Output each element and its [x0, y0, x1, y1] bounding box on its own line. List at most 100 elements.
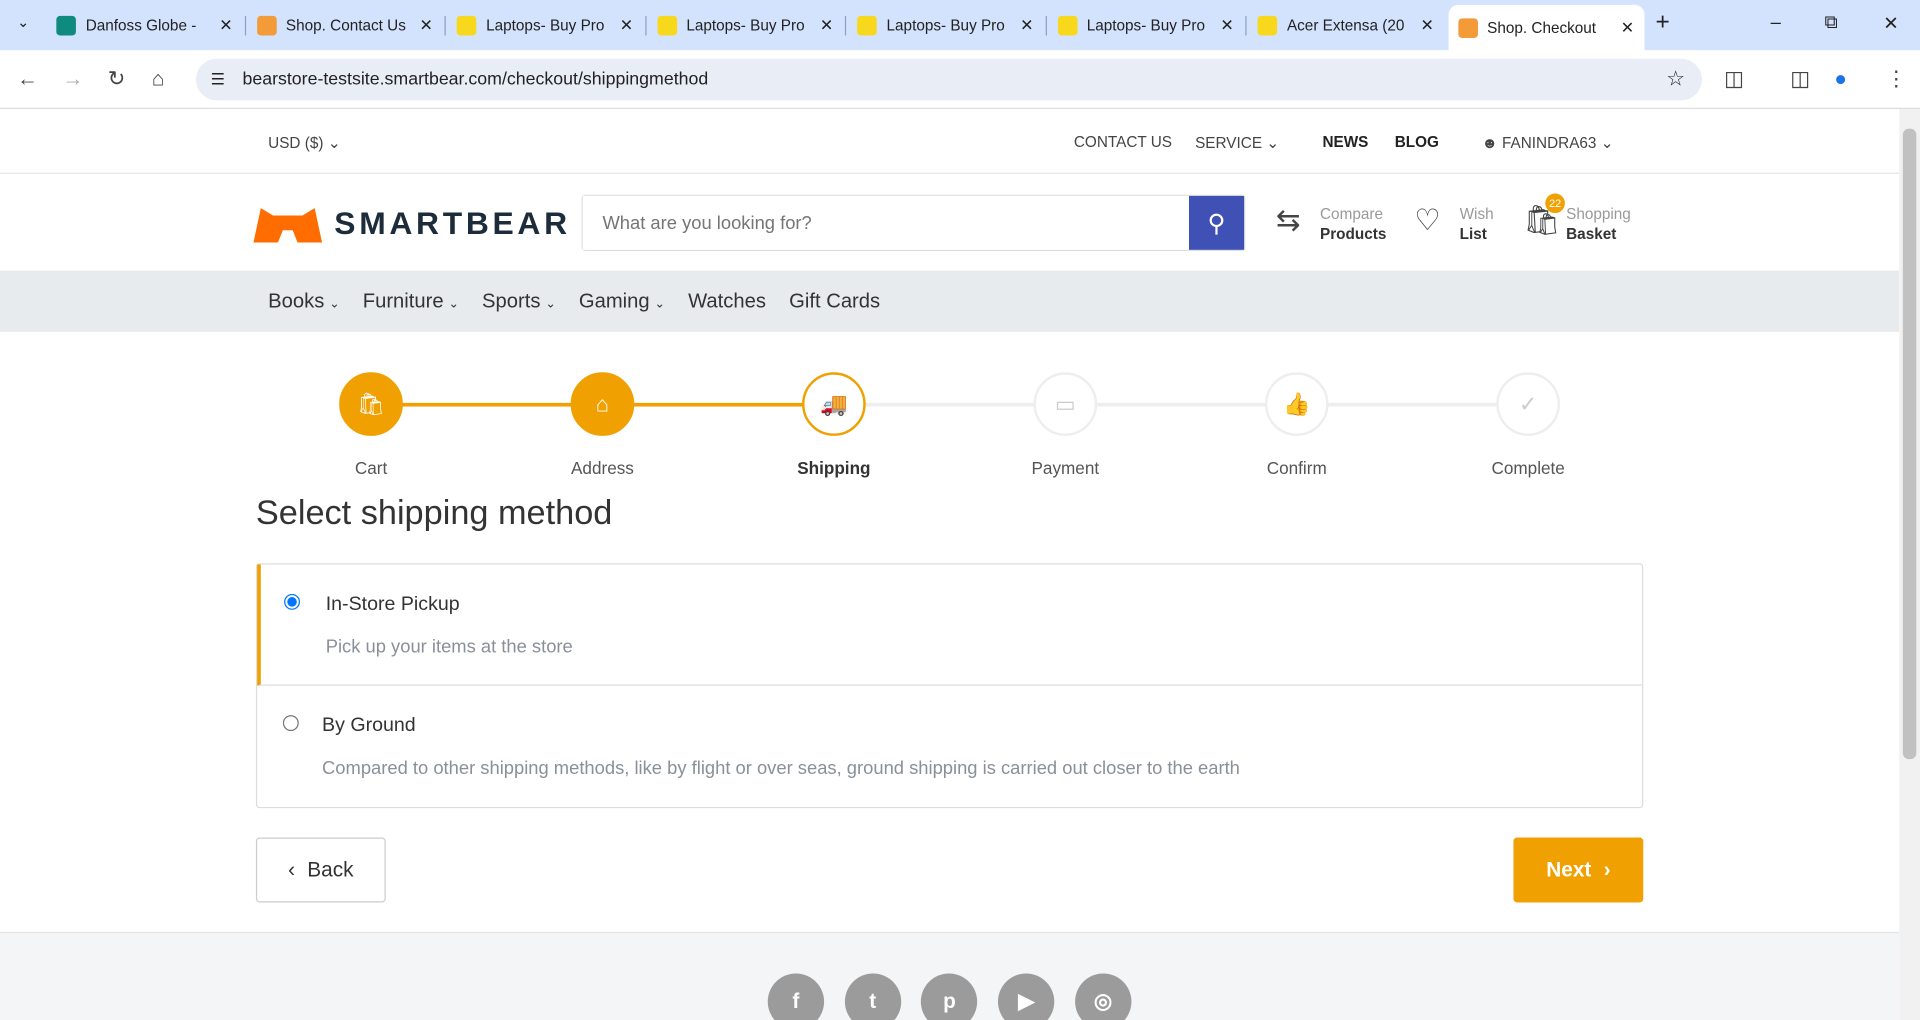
thumbs-up-icon: 👍	[1264, 372, 1329, 436]
profile-icon[interactable]: ●	[1834, 67, 1847, 91]
favicon-icon	[857, 15, 877, 36]
favicon-icon	[1457, 17, 1478, 38]
step-shipping: 🚚 Shipping	[760, 372, 907, 478]
side-panel-icon[interactable]: ◫	[1790, 67, 1810, 91]
shipping-option[interactable]: By Ground Compared to other shipping meth…	[257, 686, 1642, 807]
close-tab-icon[interactable]: ✕	[219, 16, 232, 36]
basket-count-badge: 22	[1545, 193, 1565, 214]
shipping-options: In-Store Pickup Pick up your items at the…	[255, 563, 1644, 809]
chevron-left-icon: ‹	[288, 857, 296, 882]
step-address: ⌂ Address	[529, 372, 676, 478]
chevron-down-icon: ⌄	[654, 296, 665, 311]
close-tab-icon[interactable]: ✕	[820, 16, 833, 36]
menu-icon[interactable]: ⋮	[1886, 67, 1907, 91]
shipping-radio[interactable]	[282, 715, 299, 732]
tab-separator	[844, 15, 847, 36]
extensions-icon[interactable]: ◫	[1724, 67, 1744, 91]
page-scrollbar[interactable]	[1899, 108, 1920, 1020]
close-tab-icon[interactable]: ✕	[1020, 16, 1033, 36]
menu-item-gaming[interactable]: Gaming ⌄	[579, 290, 665, 313]
site-info-icon[interactable]: ☰	[211, 70, 225, 90]
facebook-icon[interactable]: f	[767, 973, 825, 1020]
smartbear-logo[interactable]: SMARTBEAR	[253, 203, 570, 243]
reload-icon[interactable]: ↻	[108, 67, 125, 91]
footer: f t p ▶ ◎	[0, 931, 1900, 1020]
chevron-down-icon: ⌄	[545, 296, 556, 311]
restore-button[interactable]: ⧉	[1824, 12, 1837, 33]
back-button[interactable]: ‹ Back	[255, 837, 386, 903]
close-window-button[interactable]: ✕	[1883, 12, 1898, 34]
close-tab-icon[interactable]: ✕	[1220, 16, 1233, 36]
minimize-button[interactable]: –	[1771, 12, 1781, 33]
browser-tab[interactable]: Laptops- Buy Pro ✕	[447, 7, 643, 44]
new-tab-button[interactable]: +	[1656, 9, 1670, 37]
menu-item-sports[interactable]: Sports ⌄	[482, 290, 556, 313]
shopping-basket-link[interactable]: Shopping Basket	[1566, 204, 1631, 243]
close-tab-icon[interactable]: ✕	[420, 16, 433, 36]
tab-separator	[1045, 15, 1047, 36]
pinterest-icon[interactable]: p	[921, 973, 978, 1020]
favicon-icon	[456, 15, 477, 36]
browser-tab[interactable]: Laptops- Buy Pro ✕	[1048, 7, 1244, 44]
tab-separator	[244, 15, 246, 36]
twitter-icon[interactable]: t	[844, 973, 901, 1020]
instagram-icon[interactable]: ◎	[1074, 973, 1132, 1020]
news-link[interactable]: NEWS	[1322, 133, 1368, 150]
browser-tab[interactable]: Laptops- Buy Pro ✕	[847, 7, 1043, 44]
favicon-icon	[656, 15, 677, 36]
address-bar[interactable]: ☰ bearstore-testsite.smartbear.com/check…	[195, 58, 1703, 101]
favicon-icon	[256, 15, 277, 36]
bag-icon: 🛍	[339, 372, 403, 436]
menu-item-gift-cards[interactable]: Gift Cards	[789, 290, 880, 313]
close-tab-icon[interactable]: ✕	[1621, 18, 1634, 38]
tab-separator	[444, 15, 446, 36]
service-dropdown[interactable]: SERVICE ⌄	[1195, 133, 1279, 152]
user-menu[interactable]: ☻ FANINDRA63 ⌄	[1481, 133, 1614, 152]
scrollbar-thumb[interactable]	[1902, 128, 1917, 760]
browser-tab[interactable]: Laptops- Buy Pro ✕	[647, 7, 843, 44]
blog-link[interactable]: BLOG	[1395, 133, 1439, 150]
next-button[interactable]: Next ›	[1513, 837, 1644, 903]
compare-icon[interactable]: ⇆	[1276, 203, 1301, 239]
step-cart: 🛍 Cart	[298, 372, 445, 478]
browser-tab[interactable]: Acer Extensa (20 ✕	[1248, 7, 1444, 44]
shipping-radio[interactable]	[284, 593, 301, 610]
step-complete: ✓ Complete	[1455, 372, 1602, 478]
menu-item-furniture[interactable]: Furniture ⌄	[363, 290, 459, 313]
step-confirm: 👍 Confirm	[1223, 372, 1370, 478]
youtube-icon[interactable]: ▶	[998, 973, 1055, 1020]
tab-search-button[interactable]: ⌄	[17, 13, 29, 30]
forward-nav-icon[interactable]: →	[62, 67, 83, 91]
menu-item-books[interactable]: Books ⌄	[268, 290, 339, 313]
contact-us-link[interactable]: CONTACT US	[1074, 133, 1172, 150]
back-nav-icon[interactable]: ←	[17, 67, 38, 91]
search-button[interactable]: ⚲	[1188, 195, 1245, 250]
home-icon: ⌂	[570, 372, 635, 436]
favicon-icon	[1057, 15, 1077, 36]
tab-separator	[1245, 15, 1247, 36]
favicon-icon	[56, 15, 76, 36]
browser-tab[interactable]: Shop. Checkout ✕	[1447, 4, 1644, 51]
user-icon: ☻	[1481, 134, 1498, 152]
chevron-down-icon: ⌄	[448, 296, 459, 311]
compare-products-link[interactable]: Compare Products	[1320, 204, 1386, 243]
bookmark-star-icon[interactable]: ☆	[1666, 67, 1685, 91]
truck-icon: 🚚	[802, 372, 866, 436]
page-title: Select shipping method	[255, 493, 613, 532]
browser-tab[interactable]: Shop. Contact Us ✕	[247, 7, 443, 44]
menu-item-watches[interactable]: Watches	[688, 290, 766, 313]
search-input[interactable]	[582, 195, 1189, 250]
shipping-option[interactable]: In-Store Pickup Pick up your items at the…	[257, 564, 1643, 686]
close-tab-icon[interactable]: ✕	[1421, 16, 1434, 36]
browser-tab[interactable]: Danfoss Globe - ✕	[47, 7, 243, 44]
home-icon[interactable]: ⌂	[152, 67, 165, 91]
tab-separator	[644, 15, 646, 36]
close-tab-icon[interactable]: ✕	[620, 16, 633, 36]
chevron-down-icon: ⌄	[329, 296, 340, 311]
main-menu: Books ⌄ Furniture ⌄ Sports ⌄ Gaming ⌄ Watches Gif…	[0, 270, 1900, 332]
step-payment: ▭ Payment	[992, 372, 1139, 478]
heart-icon[interactable]: ♡	[1414, 203, 1440, 239]
wish-list-link[interactable]: Wish List	[1460, 204, 1494, 243]
card-icon: ▭	[1033, 372, 1098, 436]
currency-selector[interactable]: USD ($) ⌄	[268, 133, 340, 152]
